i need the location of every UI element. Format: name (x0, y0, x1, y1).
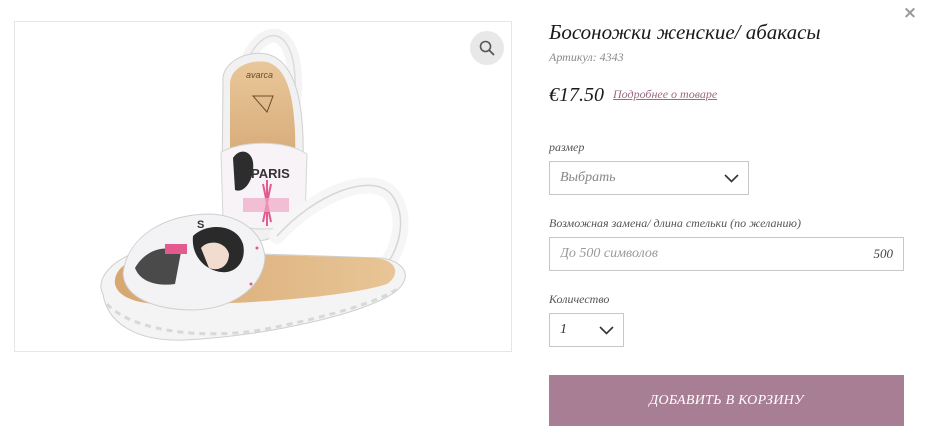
insole-field: 500 (549, 237, 904, 271)
magnifier-icon (479, 40, 495, 56)
product-photo: avarca PARIS S (100, 28, 409, 341)
quantity-select-value: 1 (560, 322, 567, 337)
quantity-label: Количество (549, 292, 610, 306)
chevron-down-icon (599, 326, 614, 335)
add-to-cart-button[interactable]: ДОБАВИТЬ В КОРЗИНУ (549, 375, 904, 426)
product-price: €17.50 (549, 84, 604, 106)
insole-char-counter: 500 (873, 246, 894, 261)
product-details-link[interactable]: Подробнее о товаре (613, 87, 717, 102)
insole-input[interactable] (550, 238, 850, 270)
size-label: размер (549, 140, 585, 154)
svg-text:avarca: avarca (246, 70, 273, 80)
close-button[interactable]: × (902, 4, 918, 22)
quantity-select[interactable]: 1 (549, 313, 624, 347)
product-sku: Артикул: 4343 (549, 50, 624, 64)
close-icon: × (902, 3, 918, 23)
product-image-frame: avarca PARIS S (14, 21, 512, 352)
zoom-button[interactable] (470, 31, 504, 65)
size-select[interactable]: Выбрать (549, 161, 749, 195)
chevron-down-icon (724, 174, 739, 183)
svg-text:S: S (197, 219, 204, 231)
insole-label: Возможная замена/ длина стельки (по жела… (549, 216, 801, 230)
size-select-value: Выбрать (560, 170, 616, 185)
product-title: Босоножки женские/ абакасы (549, 20, 821, 44)
svg-text:PARIS: PARIS (251, 166, 290, 181)
